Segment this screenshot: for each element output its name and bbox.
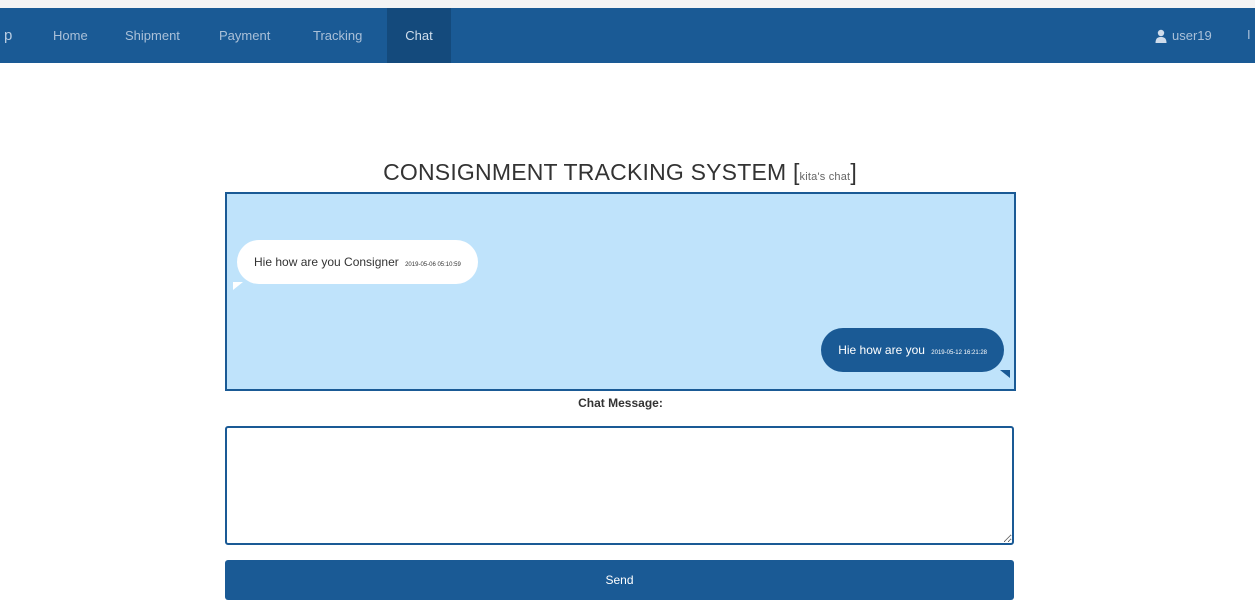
brand-link[interactable]: p (4, 27, 12, 44)
navbar: p Home Shipment Payment Tracking Chat us… (0, 8, 1255, 63)
chat-message-input[interactable] (225, 426, 1014, 545)
message-text: Hie how are you Consigner (254, 255, 399, 269)
top-strip (0, 0, 1255, 8)
subtitle-open-bracket: [ (792, 159, 800, 185)
chat-subtitle: kita's chat (799, 171, 851, 183)
message-text: Hie how are you (838, 343, 925, 357)
message-bubble-received: Hie how are you Consigner 2019-05-06 05:… (237, 240, 478, 284)
message-timestamp: 2019-05-06 05:10:59 (405, 262, 461, 268)
nav-shipment[interactable]: Shipment (125, 8, 180, 63)
page-title: CONSIGNMENT TRACKING SYSTEM [kita's chat… (0, 159, 1240, 186)
chat-message-label: Chat Message: (578, 396, 663, 410)
title-text: CONSIGNMENT TRACKING SYSTEM (383, 159, 787, 185)
chat-window[interactable]: Hie how are you Consigner 2019-05-06 05:… (225, 192, 1016, 391)
user-icon (1155, 29, 1167, 43)
nav-home[interactable]: Home (53, 8, 88, 63)
nav-chat[interactable]: Chat (387, 8, 451, 63)
message-bubble-sent: Hie how are you 2019-05-12 16:21:28 (821, 328, 1004, 372)
nav-tracking[interactable]: Tracking (313, 8, 362, 63)
bubble-tail (233, 282, 243, 290)
user-name: user19 (1172, 28, 1212, 43)
bubble-tail (1000, 370, 1010, 378)
message-timestamp: 2019-05-12 16:21:28 (931, 350, 987, 356)
nav-item-partial[interactable]: I (1247, 27, 1251, 42)
nav-payment[interactable]: Payment (219, 8, 270, 63)
send-button[interactable]: Send (225, 560, 1014, 600)
subtitle-close-bracket: ] (850, 159, 857, 185)
user-menu[interactable]: user19 (1154, 8, 1212, 63)
